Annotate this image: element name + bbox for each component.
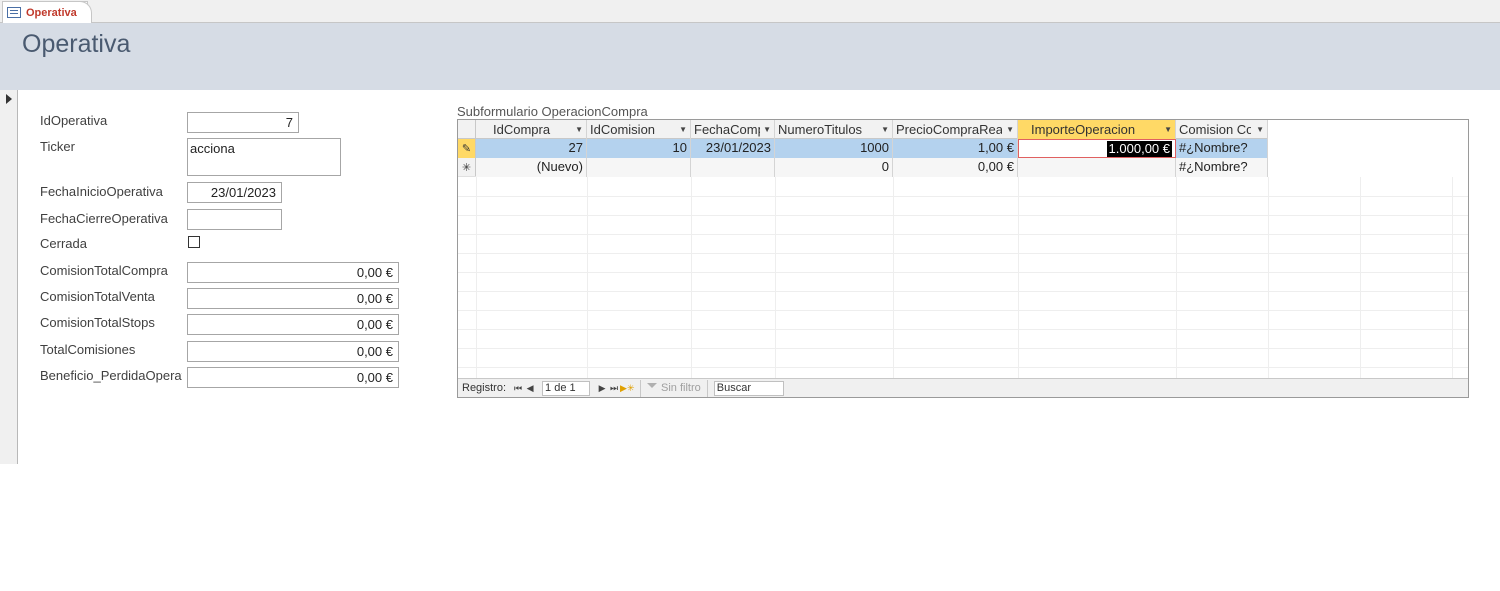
grid-line <box>458 234 1468 235</box>
edit-pencil-icon[interactable]: ✎ <box>458 139 476 158</box>
last-record-icon[interactable]: ⏭ <box>608 383 620 394</box>
chevron-down-icon[interactable]: ▼ <box>881 121 889 139</box>
table-row-new[interactable]: ✳ (Nuevo) 0 0,00 € #¿Nombre? <box>458 158 1268 177</box>
grid-line <box>458 253 1468 254</box>
filter-icon <box>647 383 658 393</box>
chevron-down-icon[interactable]: ▼ <box>1256 121 1264 139</box>
column-header-fechacompra[interactable]: FechaCompra▼ <box>691 120 775 139</box>
chevron-down-icon[interactable]: ▼ <box>1164 121 1172 139</box>
datasheet-header-row: IdCompra▼ IdComision▼ FechaCompra▼ Numer… <box>458 120 1268 139</box>
cell-preciocomprareal[interactable]: 1,00 € <box>893 139 1018 158</box>
record-position-input[interactable]: 1 de 1 <box>542 380 591 396</box>
chevron-down-icon[interactable]: ▼ <box>1006 121 1014 139</box>
column-header-preciocomprareal[interactable]: PrecioCompraReal ▼ <box>893 120 1018 139</box>
ticker-field[interactable]: acciona <box>187 138 341 176</box>
label-fechacierreoperativa: FechaCierreOperativa <box>40 211 168 226</box>
form-header: Operativa <box>0 23 1500 90</box>
grid-line <box>458 215 1468 216</box>
comisiontotalstops-field[interactable]: 0,00 € <box>187 314 399 335</box>
subform-operacioncompra: IdCompra▼ IdComision▼ FechaCompra▼ Numer… <box>457 119 1469 398</box>
grid-line <box>458 272 1468 273</box>
cell-importeoperacion[interactable] <box>1018 158 1176 177</box>
chevron-down-icon[interactable]: ▼ <box>763 121 771 139</box>
label-ticker: Ticker <box>40 139 75 154</box>
beneficio-perdida-field[interactable]: 0,00 € <box>187 367 399 388</box>
datasheet-grid: IdCompra▼ IdComision▼ FechaCompra▼ Numer… <box>458 120 1468 379</box>
previous-record-icon[interactable]: ◀ <box>524 383 536 394</box>
selected-value: 1.000,00 € <box>1106 141 1172 157</box>
column-header-comisioncompra[interactable]: Comision Compra▼ <box>1176 120 1268 139</box>
column-header-numerotitulos[interactable]: NumeroTitulos ▼ <box>775 120 893 139</box>
cerrada-checkbox[interactable] <box>188 236 200 248</box>
filter-toggle[interactable]: Sin filtro <box>640 379 708 397</box>
fechainiciooperativa-field[interactable]: 23/01/2023 <box>187 182 282 203</box>
table-row[interactable]: ✎ 27 10 23/01/2023 1000 1,00 € 1.000,00 … <box>458 139 1268 158</box>
new-record-icon[interactable]: ▶✳ <box>620 383 634 394</box>
tab-edge <box>80 1 92 23</box>
cell-idcompra[interactable]: 27 <box>476 139 587 158</box>
cell-idcompra[interactable]: (Nuevo) <box>476 158 587 177</box>
tab-label: Operativa <box>26 6 77 19</box>
comisiontotalcompra-field[interactable]: 0,00 € <box>187 262 399 283</box>
label-totalcomisiones: TotalComisiones <box>40 342 136 357</box>
grid-line <box>1452 177 1453 379</box>
grid-line <box>476 177 477 379</box>
grid-line <box>775 177 776 379</box>
totalcomisiones-field[interactable]: 0,00 € <box>187 341 399 362</box>
column-header-importeoperacion[interactable]: ImporteOperacion ▼ <box>1018 120 1176 139</box>
grid-line <box>458 348 1468 349</box>
label-beneficio-perdida: Beneficio_PerdidaOperativa <box>40 368 182 383</box>
cell-idcomision[interactable] <box>587 158 691 177</box>
grid-line <box>1018 177 1019 379</box>
cell-importeoperacion-editing[interactable]: 1.000,00 € <box>1018 139 1176 158</box>
grid-line <box>1268 177 1269 379</box>
column-header-idcomision[interactable]: IdComision ▼ <box>587 120 691 139</box>
record-navigation-bar: Registro: ⏮ ◀ 1 de 1 ▶ ⏭ ▶✳ Sin filtro B… <box>458 378 1468 397</box>
cell-comisioncompra[interactable]: #¿Nombre? <box>1176 158 1268 177</box>
label-fechainiciooperativa: FechaInicioOperativa <box>40 184 163 199</box>
chevron-down-icon[interactable]: ▼ <box>679 121 687 139</box>
first-record-icon[interactable]: ⏮ <box>512 383 524 394</box>
label-cerrada: Cerrada <box>40 236 87 251</box>
record-nav-label: Registro: <box>462 382 507 394</box>
grid-line <box>458 329 1468 330</box>
grid-line <box>458 367 1468 368</box>
document-tab-strip: Operativa <box>0 0 1500 23</box>
fechacierreoperativa-field[interactable] <box>187 209 282 230</box>
select-all-corner[interactable] <box>458 120 476 138</box>
cell-numerotitulos[interactable]: 1000 <box>775 139 893 158</box>
grid-line <box>1360 177 1361 379</box>
tab-operativa[interactable]: Operativa <box>2 1 88 23</box>
label-comisiontotalstops: ComisionTotalStops <box>40 315 155 330</box>
cell-comisioncompra[interactable]: #¿Nombre? <box>1176 139 1268 158</box>
new-record-asterisk-icon[interactable]: ✳ <box>458 158 476 176</box>
grid-line <box>587 177 588 379</box>
cell-numerotitulos[interactable]: 0 <box>775 158 893 177</box>
cell-idcomision[interactable]: 10 <box>587 139 691 158</box>
grid-line <box>458 291 1468 292</box>
comisiontotalventa-field[interactable]: 0,00 € <box>187 288 399 309</box>
next-record-icon[interactable]: ▶ <box>596 383 608 394</box>
search-input[interactable]: Buscar <box>713 380 784 396</box>
grid-line <box>458 310 1468 311</box>
idoperativa-field[interactable]: 7 <box>187 112 299 133</box>
grid-line <box>893 177 894 379</box>
label-comisiontotalcompra: ComisionTotalCompra <box>40 263 168 278</box>
grid-line <box>1176 177 1177 379</box>
filter-label: Sin filtro <box>661 382 701 394</box>
column-header-idcompra[interactable]: IdCompra ▼ <box>476 120 587 139</box>
grid-line <box>458 196 1468 197</box>
cell-fechacompra[interactable]: 23/01/2023 <box>691 139 775 158</box>
grid-line <box>691 177 692 379</box>
chevron-down-icon[interactable]: ▼ <box>575 121 583 139</box>
record-selector[interactable] <box>0 90 18 464</box>
page-title: Operativa <box>22 30 131 58</box>
current-record-arrow-icon <box>6 94 12 104</box>
form-icon <box>7 7 21 18</box>
cell-preciocomprareal[interactable]: 0,00 € <box>893 158 1018 177</box>
label-comisiontotalventa: ComisionTotalVenta <box>40 289 155 304</box>
subform-label: Subformulario OperacionCompra <box>457 104 648 119</box>
cell-fechacompra[interactable] <box>691 158 775 177</box>
label-idoperativa: IdOperativa <box>40 113 108 128</box>
